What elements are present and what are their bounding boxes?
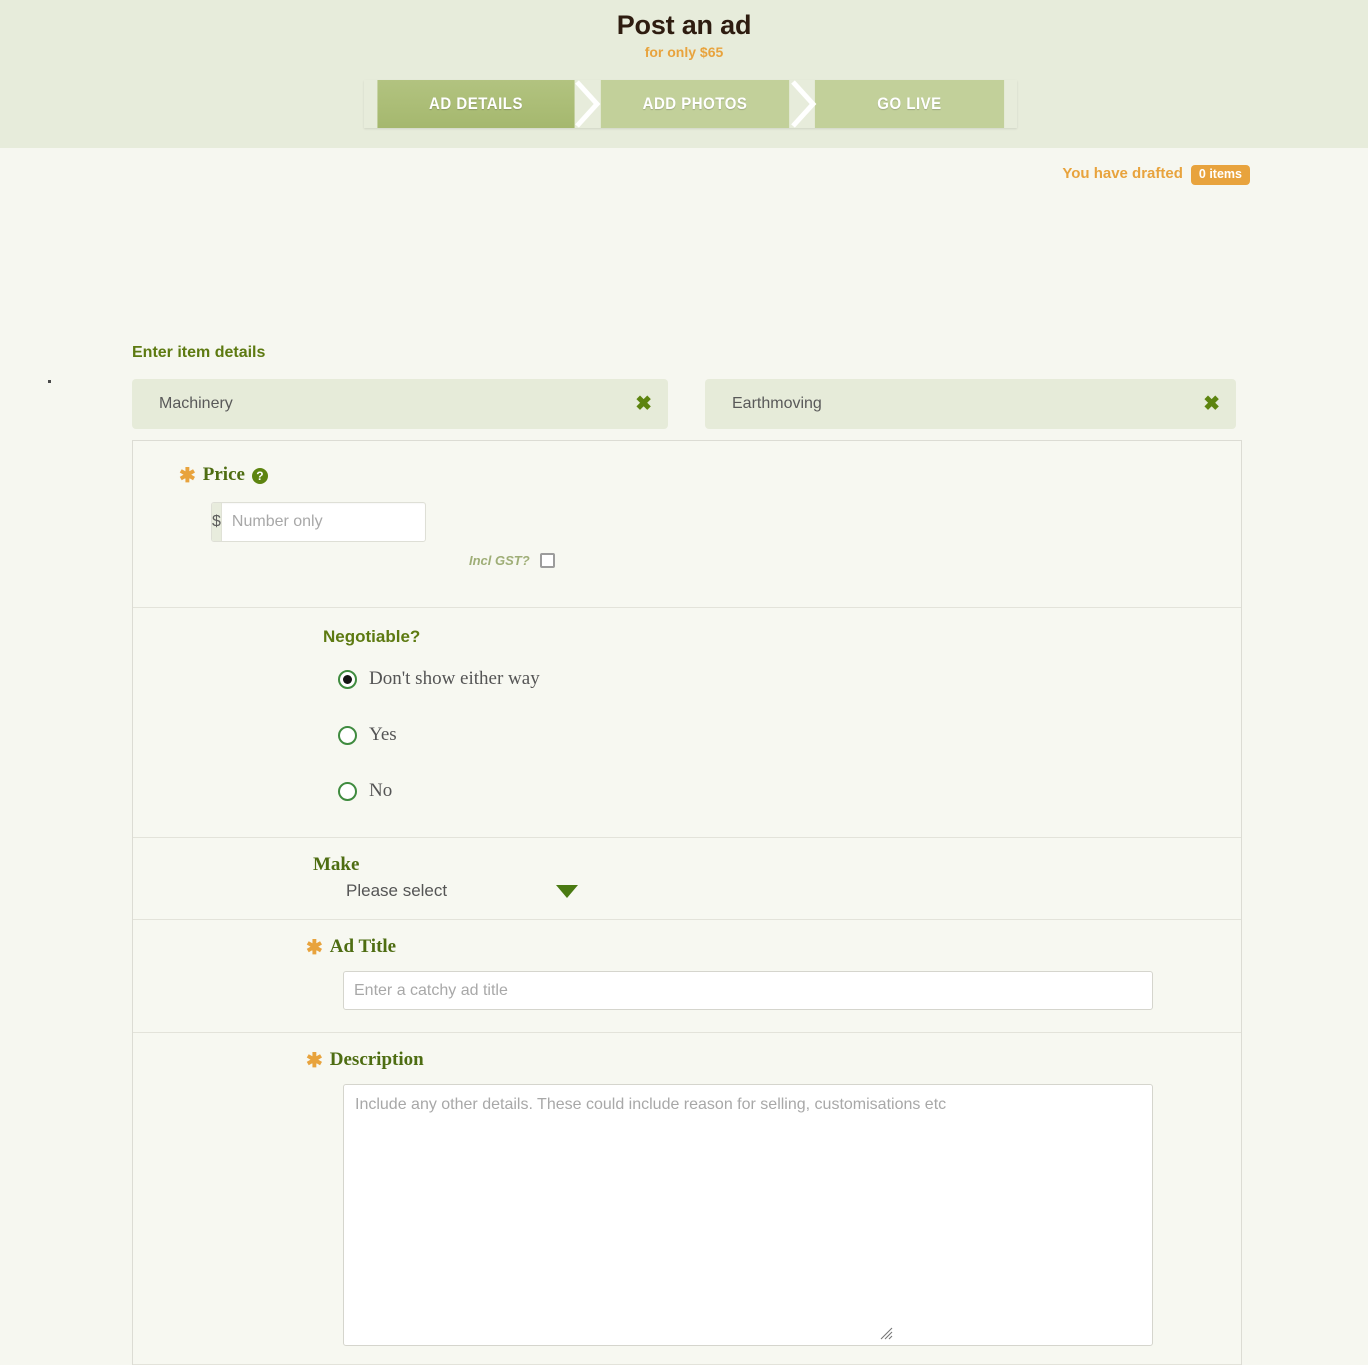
make-dropdown[interactable]: Please select <box>346 881 596 901</box>
required-asterisk-icon: ✱ <box>306 937 323 959</box>
price-input[interactable] <box>221 503 425 541</box>
ad-title-section: ✱ Ad Title <box>133 920 1241 1033</box>
drafted-count-badge: 0 items <box>1190 165 1250 185</box>
ad-title-label: Ad Title <box>329 936 397 957</box>
page-artifact-dot <box>48 380 51 383</box>
category-pill-earthmoving-label: Earthmoving <box>732 395 822 412</box>
category-pill-machinery[interactable]: Machinery ✖ <box>132 379 668 429</box>
description-section: ✱ Description <box>133 1033 1241 1365</box>
price-help-icon[interactable]: ? <box>251 468 268 484</box>
category-pill-machinery-label: Machinery <box>159 395 233 412</box>
step-add-photos[interactable]: ADD PHOTOS <box>600 80 790 128</box>
currency-prefix: $ <box>212 503 222 541</box>
drafted-label: You have drafted <box>1062 165 1183 183</box>
negotiable-section: Negotiable? Don't show either way Yes No <box>133 608 1241 838</box>
drafted-status[interactable]: You have drafted 0 items <box>1062 164 1250 185</box>
required-asterisk-icon: ✱ <box>306 1050 323 1072</box>
incl-gst-label: Incl GST? <box>469 553 530 568</box>
negotiable-label: Negotiable? <box>323 627 421 646</box>
step-ad-details[interactable]: AD DETAILS <box>377 80 575 128</box>
description-label-group: ✱ Description <box>306 1049 424 1071</box>
negotiable-option-no[interactable]: No <box>338 771 1241 811</box>
item-details-form-card: ✱ Price ? $ Incl GST? Negotiable? <box>132 440 1242 1365</box>
radio-dont-show-icon[interactable] <box>338 669 357 689</box>
category-pill-row: Machinery ✖ Earthmoving ✖ <box>132 379 1236 429</box>
description-textarea-wrap <box>133 1084 1241 1346</box>
chevron-down-icon[interactable] <box>556 884 578 898</box>
remove-category-earthmoving-icon[interactable]: ✖ <box>1203 394 1220 414</box>
step-ad-details-label: AD DETAILS <box>429 94 523 113</box>
step-go-live[interactable]: GO LIVE <box>814 80 1005 128</box>
incl-gst-checkbox[interactable] <box>539 553 555 568</box>
description-label: Description <box>329 1049 424 1070</box>
price-input-group: $ <box>211 502 426 542</box>
page-header: Post an ad for only $65 AD DETAILS ADD P… <box>0 0 1368 148</box>
negotiable-option-no-label: No <box>369 780 393 801</box>
make-label: Make <box>313 854 360 875</box>
price-label: Price <box>202 464 245 485</box>
required-asterisk-icon: ✱ <box>179 465 196 487</box>
description-textarea[interactable] <box>343 1084 1153 1346</box>
negotiable-radio-group: Don't show either way Yes No <box>133 659 1241 811</box>
radio-yes-icon[interactable] <box>338 725 357 745</box>
price-label-group: ✱ Price ? <box>179 464 268 486</box>
incl-gst-row: Incl GST? <box>469 553 555 568</box>
remove-category-machinery-icon[interactable]: ✖ <box>635 394 652 414</box>
radio-no-icon[interactable] <box>338 781 357 801</box>
step-progress-bar: AD DETAILS ADD PHOTOS GO LIVE <box>364 80 1017 128</box>
make-section: Make Please select <box>133 838 1241 920</box>
category-pill-earthmoving[interactable]: Earthmoving ✖ <box>705 379 1236 429</box>
ad-title-label-group: ✱ Ad Title <box>306 936 396 958</box>
page-subtitle: for only $65 <box>644 44 724 60</box>
negotiable-option-dont-show-label: Don't show either way <box>369 668 540 689</box>
make-selected-value: Please select <box>346 881 448 900</box>
enter-item-details-heading: Enter item details <box>132 344 266 361</box>
step-go-live-label: GO LIVE <box>877 94 942 113</box>
negotiable-option-dont-show[interactable]: Don't show either way <box>338 659 1241 699</box>
page-title: Post an ad <box>616 10 752 40</box>
price-section: ✱ Price ? $ Incl GST? <box>133 441 1241 608</box>
negotiable-option-yes[interactable]: Yes <box>338 715 1241 755</box>
step-add-photos-label: ADD PHOTOS <box>642 94 748 113</box>
ad-title-input[interactable] <box>343 971 1153 1010</box>
negotiable-option-yes-label: Yes <box>369 724 397 745</box>
